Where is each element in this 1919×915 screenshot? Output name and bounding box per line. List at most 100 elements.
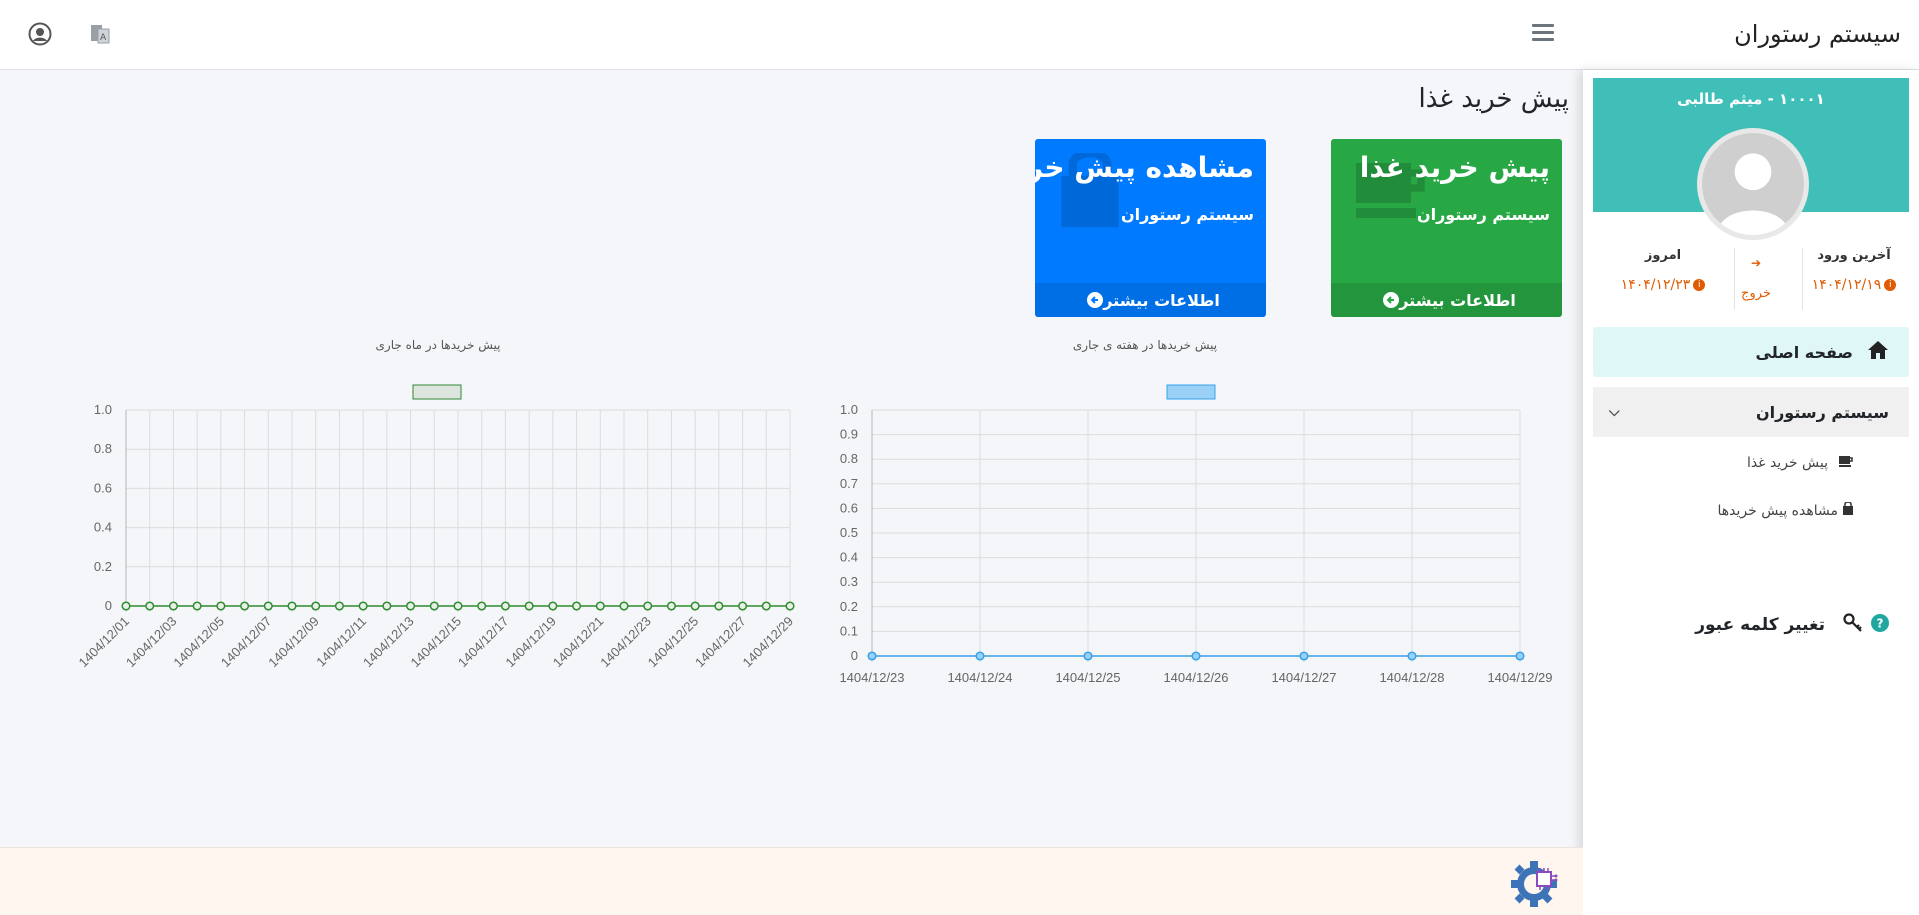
legend-swatch (412, 384, 462, 400)
logout-button[interactable]: ➔ خروج (1731, 256, 1781, 301)
page-footer (0, 847, 1583, 915)
arrow-left-circle-icon (1087, 292, 1104, 308)
today-label: امروز (1644, 248, 1682, 263)
data-point (192, 601, 202, 611)
data-point (240, 601, 250, 611)
legend-swatch (1166, 384, 1216, 400)
x-tick-label: 1404/12/17 (455, 614, 512, 671)
weekly-chart-title: پیش خریدها در هفته ی جاری (1072, 338, 1218, 352)
x-tick-label: 1404/12/05 (170, 614, 227, 671)
data-point (867, 651, 877, 661)
y-tick-label: 1.0 (840, 402, 858, 417)
x-tick-label: 1404/12/15 (407, 614, 464, 671)
y-tick-label: 0 (851, 648, 858, 663)
sidebar-subitem-view-prepurchases[interactable]: مشاهده پیش خریدها (1593, 491, 1909, 531)
data-point (761, 601, 771, 611)
y-tick-label: 0.7 (840, 476, 858, 491)
card-view-prepurchases[interactable]: مشاهده پیش خریدها سیستم رستوران اطلاعات … (1035, 139, 1266, 317)
data-point (382, 601, 392, 611)
language-icon[interactable]: A (88, 22, 112, 46)
data-point (1083, 651, 1093, 661)
x-tick-label: 1404/12/25 (1055, 670, 1120, 685)
x-tick-label: 1404/12/09 (265, 614, 322, 671)
shopping-bag-icon (1842, 501, 1854, 520)
data-point (145, 601, 155, 611)
data-point (975, 651, 985, 661)
x-tick-label: 1404/12/28 (1379, 670, 1444, 685)
profile-header: ۱۰۰۰۱ - میثم طالبی (1593, 78, 1909, 240)
sidebar-item-change-password[interactable]: تغییر کلمه عبور ? (1593, 605, 1909, 645)
data-point (216, 601, 226, 611)
weekly-line-chart: 0 0.1 0.2 0.3 0.4 0.5 0.6 0.7 0.8 0.9 1.0 1404/12/2… (839, 384, 1553, 685)
gear-chip-logo-icon (1510, 858, 1566, 910)
y-tick-label: 0 (105, 598, 112, 613)
x-tick-label: 1404/12/19 (502, 614, 559, 671)
data-point (500, 601, 510, 611)
info-icon: i (1884, 279, 1897, 291)
data-point (287, 601, 297, 611)
svg-text:?: ? (1877, 616, 1884, 630)
y-tick-label: 0.8 (840, 451, 858, 466)
x-tick-label: 1404/12/29 (1487, 670, 1552, 685)
x-tick-label: 1404/12/27 (692, 614, 749, 671)
data-point (334, 601, 344, 611)
chevron-down-icon: ⌵ (1609, 404, 1620, 420)
data-point (619, 601, 629, 611)
brand-title[interactable]: سیستم رستوران (1734, 20, 1901, 48)
x-tick-label: 1404/12/25 (645, 614, 702, 671)
data-point (738, 601, 748, 611)
monthly-line-chart: 00.20.40.60.81.01404/12/011404/12/031404… (75, 384, 796, 671)
data-point (595, 601, 605, 611)
card-food-prepurchase[interactable]: پیش خرید غذا سیستم رستوران اطلاعات بیشتر (1331, 139, 1562, 317)
x-tick-label: 1404/12/24 (947, 670, 1012, 685)
data-point (406, 601, 416, 611)
y-tick-label: 0.1 (840, 623, 858, 638)
last-login: آخرین ورود i۱۴۰۴/۱۲/۱۹ (1799, 248, 1909, 293)
sidebar-subitem-label: پیش خرید غذا (1746, 455, 1828, 471)
data-point (429, 601, 439, 611)
card-more-info-link[interactable]: اطلاعات بیشتر (1331, 283, 1562, 317)
sidebar-item-label: تغییر کلمه عبور (1695, 615, 1825, 635)
y-tick-label: 0.2 (840, 599, 858, 614)
data-point (358, 601, 368, 611)
sidebar-item-home[interactable]: صفحه اصلی (1593, 327, 1909, 377)
x-tick-label: 1404/12/07 (218, 614, 275, 671)
data-point (1407, 651, 1417, 661)
monthly-chart-title: پیش خریدها در ماه جاری (375, 338, 501, 352)
x-tick-label: 1404/12/26 (1163, 670, 1228, 685)
y-tick-label: 1.0 (94, 402, 112, 417)
data-point (477, 601, 487, 611)
data-point (1515, 651, 1525, 661)
y-tick-label: 0.2 (94, 559, 112, 574)
data-point (311, 601, 321, 611)
sidebar-subitem-food-prepurchase[interactable]: پیش خرید غذا (1593, 443, 1909, 483)
sidebar-item-label: صفحه اصلی (1755, 342, 1853, 362)
card-subtitle: سیستم رستوران (1120, 205, 1254, 224)
logout-label: خروج (1741, 286, 1771, 301)
data-point (690, 601, 700, 611)
home-icon (1867, 340, 1889, 364)
user-account-icon[interactable] (28, 22, 52, 46)
menu-toggle-icon[interactable] (1532, 24, 1554, 42)
data-point (714, 601, 724, 611)
data-point (643, 601, 653, 611)
data-point (1191, 651, 1201, 661)
help-icon: ? (1871, 613, 1889, 637)
x-tick-label: 1404/12/23 (839, 670, 904, 685)
arrow-left-circle-icon (1383, 292, 1400, 308)
logout-icon: ➔ (1750, 256, 1762, 270)
y-tick-label: 0.9 (840, 427, 858, 442)
y-tick-label: 0.3 (840, 574, 858, 589)
sidebar-subitem-label: مشاهده پیش خریدها (1717, 503, 1838, 519)
x-tick-label: 1404/12/21 (550, 614, 607, 671)
sidebar-item-restaurant-system[interactable]: ⌵ سیستم رستوران (1593, 387, 1909, 437)
avatar (1697, 128, 1809, 240)
data-point (548, 601, 558, 611)
card-more-info-link[interactable]: اطلاعات بیشتر (1035, 283, 1266, 317)
profile-name: ۱۰۰۰۱ - میثم طالبی (1677, 90, 1825, 108)
info-icon: i (1693, 279, 1706, 291)
more-info-label: اطلاعات بیشتر (1103, 290, 1220, 310)
data-point (168, 601, 178, 611)
card-title: پیش خرید غذا (1359, 151, 1550, 184)
key-icon (1843, 612, 1863, 638)
